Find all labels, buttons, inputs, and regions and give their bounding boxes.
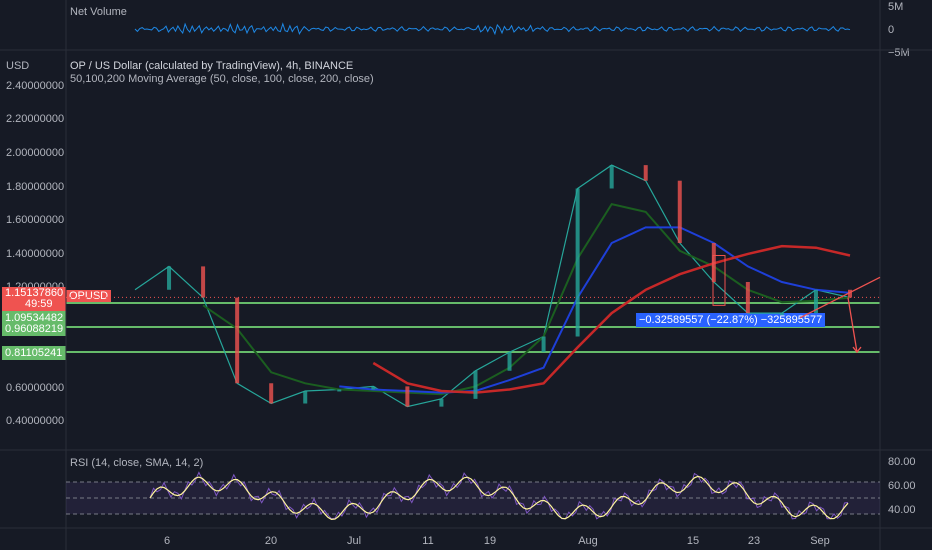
price-point <box>405 386 410 407</box>
chart-plot[interactable] <box>0 0 932 550</box>
price-point <box>473 370 478 399</box>
price-point <box>779 313 784 316</box>
price-point <box>575 188 580 337</box>
price-point <box>337 389 342 392</box>
price-point <box>303 391 308 404</box>
projection-arrow <box>847 297 858 353</box>
price-point <box>439 398 444 407</box>
price-point <box>201 266 206 298</box>
price-point <box>643 165 648 181</box>
ma50-line <box>202 202 851 396</box>
price-point <box>677 180 682 244</box>
price-point <box>235 297 240 384</box>
ma100-line <box>339 226 851 394</box>
net-volume-line <box>134 22 851 36</box>
price-point <box>745 281 750 314</box>
trend-line <box>799 276 881 319</box>
price-point <box>167 266 172 290</box>
price-point <box>507 352 512 371</box>
price-point <box>371 386 376 390</box>
price-point <box>609 165 614 189</box>
price-point <box>269 383 274 404</box>
ma200-line <box>372 244 851 394</box>
price-point <box>711 243 716 282</box>
price-point <box>541 336 546 353</box>
